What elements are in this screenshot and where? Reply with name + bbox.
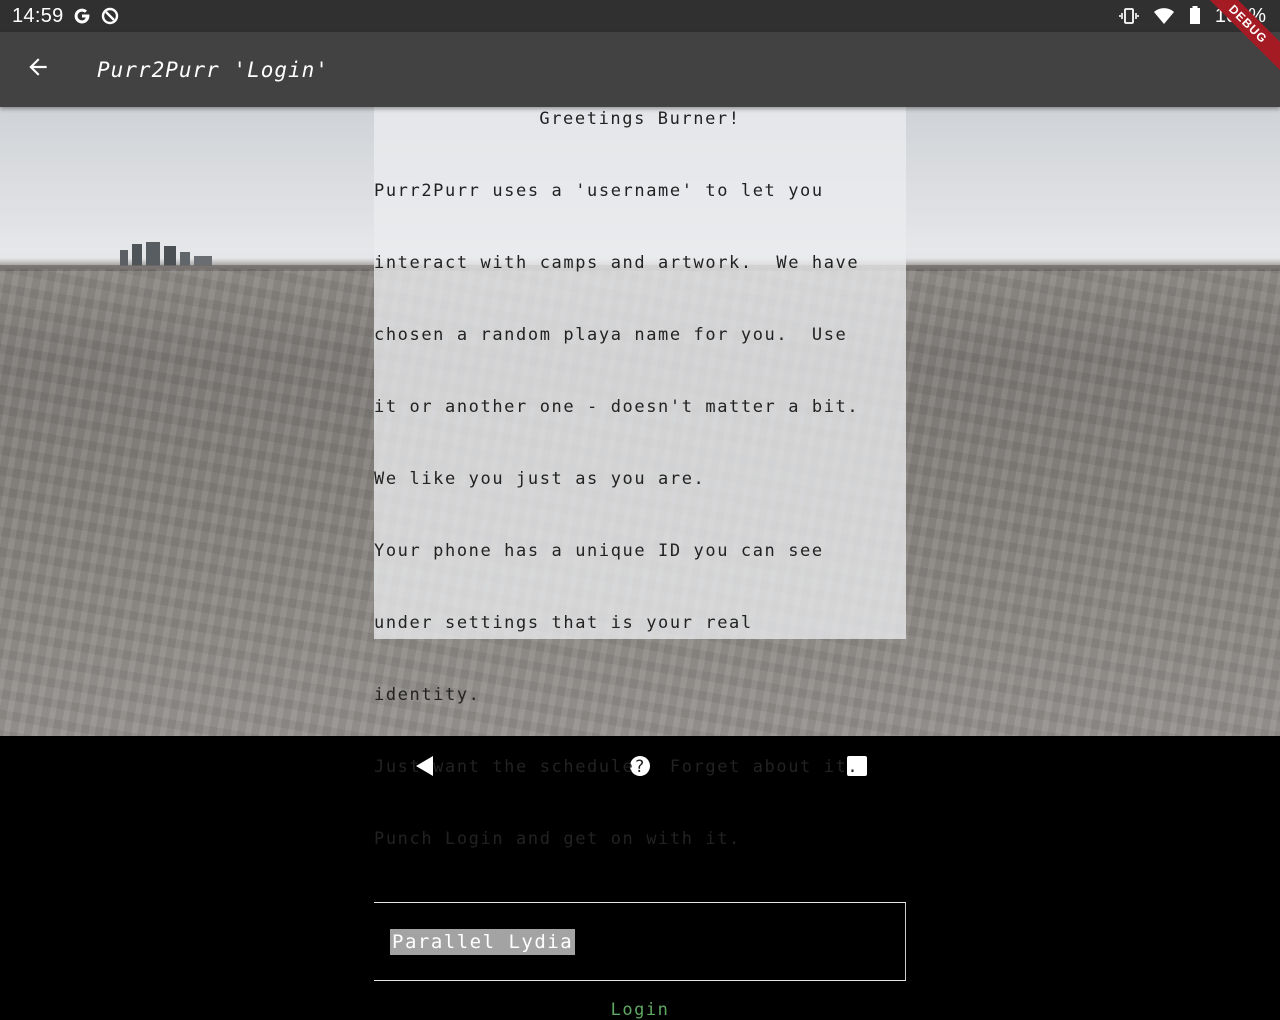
status-time: 14:59 [12, 4, 64, 27]
vibrate-icon [1119, 6, 1139, 26]
intro-line: chosen a random playa name for you. Use [374, 325, 848, 345]
data-saver-icon [100, 6, 120, 26]
status-left: 14:59 [12, 5, 120, 28]
status-bar: 14:59 100% [0, 0, 1280, 32]
username-field[interactable]: Parallel Lydia [374, 903, 906, 980]
username-input[interactable]: Parallel Lydia [390, 928, 576, 955]
page-title: Purr2Purr 'Login' [97, 57, 329, 82]
intro-line: Punch Login and get on with it. [374, 829, 741, 849]
intro-line: Just want the schedule? Forget about it. [374, 757, 860, 777]
login-button[interactable]: Login [374, 1000, 906, 1020]
google-g-icon [72, 6, 92, 26]
divider [374, 980, 906, 981]
intro-text: Purr2Purr uses a 'username' to let you i… [374, 131, 906, 899]
intro-line: under settings that is your real [374, 613, 753, 633]
intro-line: interact with camps and artwork. We have [374, 253, 860, 273]
intro-line: identity. [374, 685, 481, 705]
greeting-title: Greetings Burner! [539, 109, 741, 129]
wifi-icon [1153, 6, 1175, 26]
intro-line: Purr2Purr uses a 'username' to let you [374, 181, 824, 201]
back-button[interactable] [0, 32, 75, 107]
horizon-structures [120, 242, 212, 266]
intro-line: Your phone has a unique ID you can see [374, 541, 824, 561]
app-bar: Purr2Purr 'Login' [0, 32, 1280, 107]
battery-icon [1189, 6, 1201, 26]
intro-line: it or another one - doesn't matter a bit… [374, 397, 860, 417]
intro-line: We like you just as you are. [374, 469, 706, 489]
arrow-left-icon [25, 54, 51, 85]
login-panel: Greetings Burner! Purr2Purr uses a 'user… [374, 107, 906, 1020]
